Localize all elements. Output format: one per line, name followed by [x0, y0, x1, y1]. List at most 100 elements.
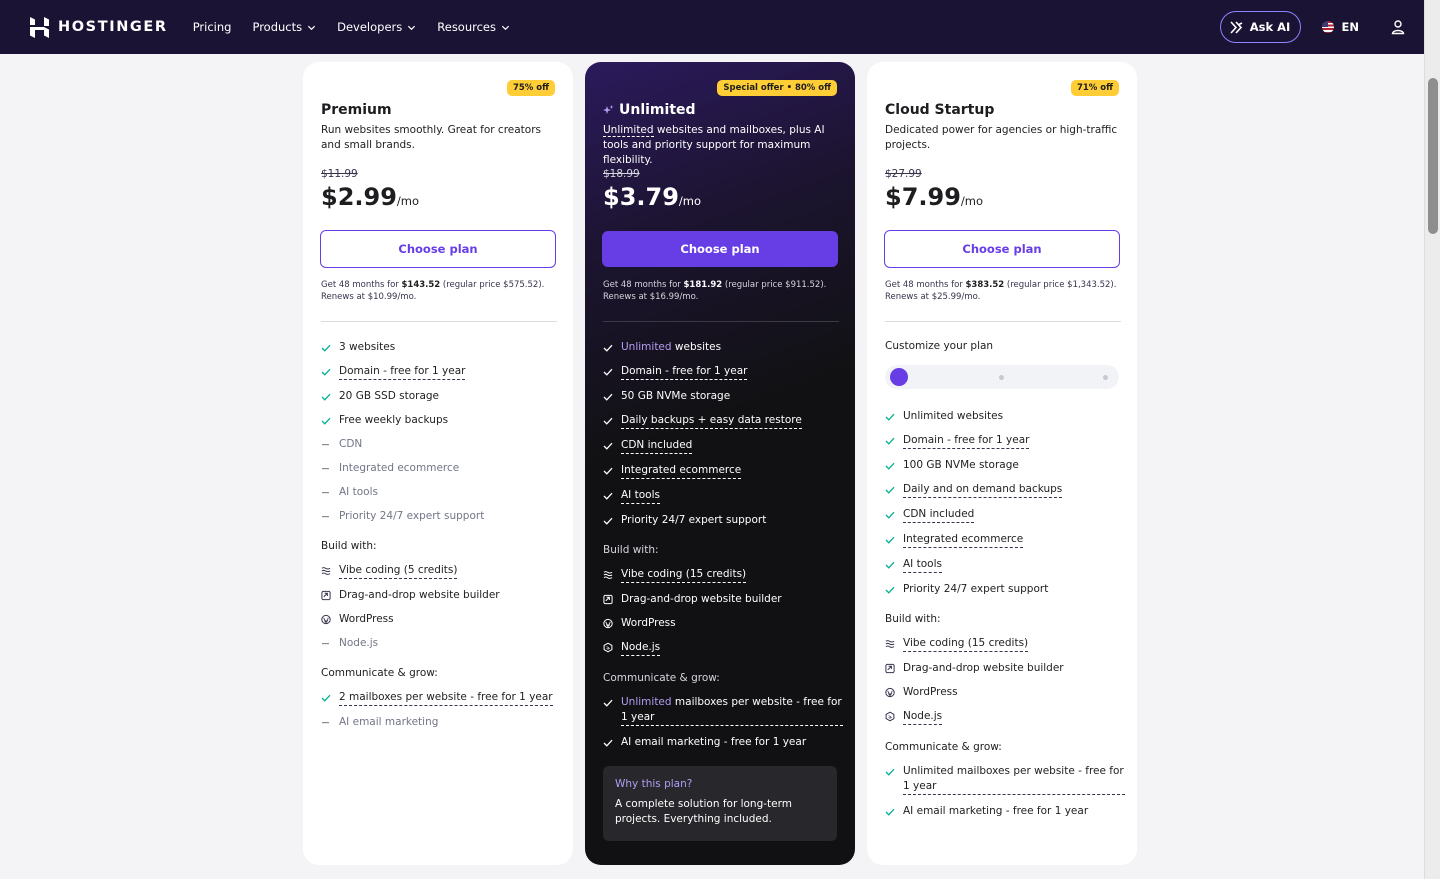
check-icon: [885, 582, 895, 597]
feature-list: Unlimited websites Domain - free for 1 ye…: [885, 409, 1125, 828]
section-label: Build with:: [603, 544, 659, 556]
plan-card-cloud-startup: 71% off Cloud Startup Dedicated power fo…: [867, 62, 1137, 865]
feature-item: AI email marketing: [321, 715, 561, 730]
feature-item: 50 GB NVMe storage: [603, 389, 843, 404]
feature-item: Drag-and-drop website builder: [885, 661, 1125, 676]
user-account-icon[interactable]: [1390, 19, 1406, 35]
check-icon: [603, 340, 613, 355]
nav-link-products[interactable]: Products: [252, 20, 316, 34]
feature-item: Integrated ecommerce: [321, 461, 561, 476]
check-icon: [885, 507, 895, 522]
dash-icon: [321, 461, 331, 476]
feature-text: Node.js: [621, 640, 661, 656]
check-icon: [885, 482, 895, 497]
brand-logo[interactable]: HOSTINGER: [30, 16, 168, 38]
feature-item[interactable]: Unlimited mailboxes per website - free f…: [603, 695, 843, 726]
check-icon: [321, 340, 331, 355]
feature-item: Free weekly backups: [321, 413, 561, 428]
feature-item[interactable]: Domain - free for 1 year: [321, 364, 561, 380]
ai-sparkle-icon: [603, 104, 614, 114]
feature-item[interactable]: AI tools: [603, 488, 843, 504]
feature-item[interactable]: Daily and on demand backups: [885, 482, 1125, 498]
old-price: $11.99: [321, 168, 358, 180]
feature-item[interactable]: Integrated ecommerce: [885, 532, 1125, 548]
feature-item[interactable]: Daily backups + easy data restore: [603, 413, 843, 429]
renew-total: $181.92: [683, 280, 723, 290]
nav-link-label: Developers: [337, 20, 403, 34]
feature-highlight: Unlimited: [621, 341, 672, 353]
renew-text-a: Get 48 months for: [321, 280, 402, 290]
feature-text: CDN included: [903, 507, 975, 523]
feature-item[interactable]: 2 mailboxes per website - free for 1 yea…: [321, 690, 561, 706]
choose-plan-button[interactable]: Choose plan: [884, 230, 1120, 268]
feature-text: 2 mailboxes per website - free for 1 yea…: [339, 690, 553, 706]
website-builder-icon: [603, 592, 613, 607]
feature-text: WordPress: [339, 613, 394, 625]
feature-text: AI tools: [621, 488, 660, 504]
feature-list: 3 websites Domain - free for 1 year 20 GB …: [321, 340, 561, 739]
renew-total: $383.52: [965, 280, 1005, 290]
feature-text: Integrated ecommerce: [903, 532, 1024, 548]
slider-step[interactable]: [999, 375, 1004, 380]
nav-link-label: Resources: [437, 20, 496, 34]
feature-item: CDN: [321, 437, 561, 452]
section-label: Communicate & grow:: [603, 672, 720, 684]
plan-card-premium: 75% off Premium Run websites smoothly. G…: [303, 62, 573, 865]
feature-item[interactable]: Unlimited mailboxes per website - free f…: [885, 764, 1125, 795]
choose-plan-button[interactable]: Choose plan: [320, 230, 556, 268]
feature-text: Domain - free for 1 year: [621, 364, 748, 380]
dash-icon: [321, 485, 331, 500]
desc-highlight[interactable]: Unlimited: [603, 124, 654, 137]
slider-step[interactable]: [1103, 375, 1108, 380]
dash-icon: [321, 715, 331, 730]
feature-item[interactable]: Vibe coding (5 credits): [321, 563, 561, 579]
section-label: Build with:: [885, 613, 941, 625]
nav-link-developers[interactable]: Developers: [337, 20, 416, 34]
feature-item[interactable]: CDN included: [885, 507, 1125, 523]
choose-plan-button[interactable]: Choose plan: [602, 231, 838, 267]
why-title: Why this plan?: [615, 778, 693, 790]
ask-ai-button[interactable]: Ask AI: [1219, 11, 1301, 43]
check-icon: [603, 513, 613, 528]
feature-item: WordPress: [321, 612, 561, 627]
check-icon: [603, 438, 613, 453]
nav-link-pricing[interactable]: Pricing: [193, 20, 232, 34]
feature-text: CDN included: [621, 438, 693, 454]
feature-item[interactable]: AI tools: [885, 557, 1125, 573]
price-period: /mo: [396, 194, 420, 208]
feature-text: Daily and on demand backups: [903, 482, 1063, 498]
brand-name: HOSTINGER: [58, 19, 168, 35]
feature-item: Unlimited websites: [885, 409, 1125, 424]
page-scrollbar[interactable]: [1424, 0, 1440, 879]
check-icon: [321, 690, 331, 705]
feature-item[interactable]: Domain - free for 1 year: [885, 433, 1125, 449]
feature-text: Drag-and-drop website builder: [621, 593, 782, 605]
feature-item: AI email marketing - free for 1 year: [885, 804, 1125, 819]
feature-item[interactable]: Integrated ecommerce: [603, 463, 843, 479]
feature-item[interactable]: Node.js: [603, 640, 843, 656]
feature-text: WordPress: [621, 617, 676, 629]
dash-icon: [321, 636, 331, 651]
section-label: Communicate & grow:: [321, 667, 438, 679]
nav-link-resources[interactable]: Resources: [437, 20, 510, 34]
plan-size-slider[interactable]: [885, 365, 1119, 389]
language-selector[interactable]: EN: [1321, 20, 1359, 34]
feature-item[interactable]: Domain - free for 1 year: [603, 364, 843, 380]
wordpress-icon: [321, 612, 331, 627]
wordpress-icon: [885, 685, 895, 700]
feature-item[interactable]: Vibe coding (15 credits): [603, 567, 843, 583]
price-value: $2.99: [321, 183, 397, 211]
slider-handle[interactable]: [890, 368, 908, 386]
ai-sparkle-icon: [1230, 20, 1243, 34]
feature-text: Drag-and-drop website builder: [903, 662, 1064, 674]
feature-text: Node.js: [903, 709, 943, 725]
feature-text: Priority 24/7 expert support: [339, 510, 485, 522]
feature-text: AI tools: [903, 557, 942, 573]
price-period: /mo: [960, 194, 984, 208]
feature-item[interactable]: CDN included: [603, 438, 843, 454]
feature-item[interactable]: Vibe coding (15 credits): [885, 636, 1125, 652]
feature-item[interactable]: Node.js: [885, 709, 1125, 725]
feature-highlight: Unlimited: [621, 696, 672, 708]
feature-text: Daily backups + easy data restore: [621, 413, 802, 429]
scrollbar-thumb[interactable]: [1428, 78, 1438, 234]
